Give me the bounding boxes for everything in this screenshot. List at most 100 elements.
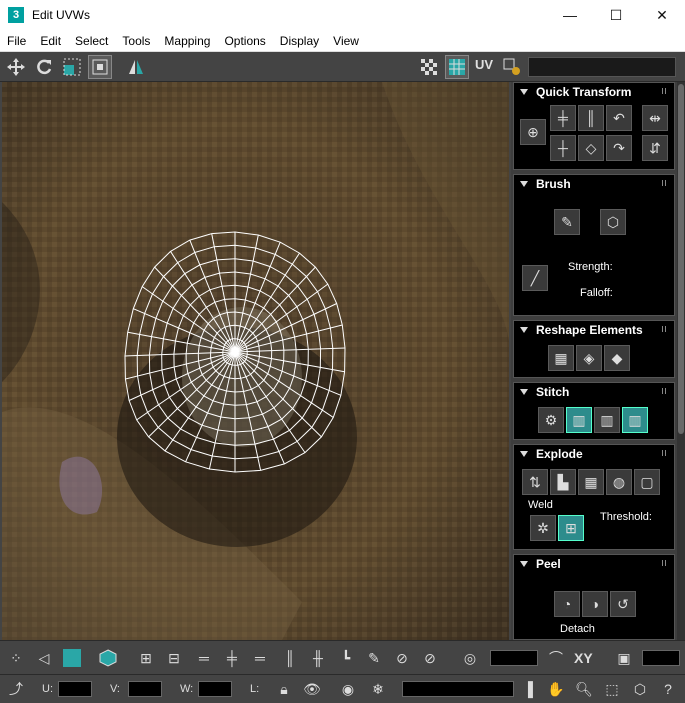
grip-icon[interactable]: [662, 326, 668, 332]
unhide-icon[interactable]: ◉: [336, 677, 360, 701]
menu-mapping[interactable]: Mapping: [157, 34, 217, 48]
stitch-custom-icon[interactable]: ⚙: [538, 407, 564, 433]
pan-icon[interactable]: ✋: [544, 677, 568, 701]
peel-reset-icon[interactable]: ↺: [610, 591, 636, 617]
rollout-header[interactable]: Explode: [514, 445, 674, 463]
stitch-average-icon[interactable]: ▥: [594, 407, 620, 433]
limit-icon[interactable]: ▣: [612, 646, 636, 670]
limit-value[interactable]: [642, 650, 680, 666]
lock-icon[interactable]: 🔒︎: [272, 677, 296, 701]
shrink-selection-icon[interactable]: ⊟: [162, 646, 186, 670]
space-horizontal-icon[interactable]: ⇹: [642, 105, 668, 131]
w-field[interactable]: [198, 681, 232, 697]
align-center-icon[interactable]: ┼: [550, 135, 576, 161]
ring-shrink-icon[interactable]: ╫: [306, 646, 330, 670]
peel-quick-icon[interactable]: ◔: [554, 591, 580, 617]
transform-pivot-icon[interactable]: ⊕: [520, 119, 546, 145]
explode-hard-edges-icon[interactable]: ▙: [550, 469, 576, 495]
vertex-select-icon[interactable]: ⁘: [4, 646, 28, 670]
rotate-ccw-icon[interactable]: ↶: [606, 105, 632, 131]
space-vertical-icon[interactable]: ⇵: [642, 135, 668, 161]
grip-icon[interactable]: [662, 560, 668, 566]
explode-flatten-icon[interactable]: ⇅: [522, 469, 548, 495]
menu-edit[interactable]: Edit: [33, 34, 68, 48]
rotate-cw-icon[interactable]: ↷: [606, 135, 632, 161]
grip-icon[interactable]: [662, 88, 668, 94]
panel-scrollbar[interactable]: [677, 82, 685, 640]
rollout-header[interactable]: Quick Transform: [514, 83, 674, 101]
menu-options[interactable]: Options: [217, 34, 272, 48]
zoom-extents-icon[interactable]: ⬡: [628, 677, 652, 701]
maximize-button[interactable]: ☐: [593, 0, 639, 30]
menu-view[interactable]: View: [326, 34, 366, 48]
face-select-icon[interactable]: [60, 646, 84, 670]
rollout-header[interactable]: Peel: [514, 555, 674, 573]
close-button[interactable]: ✕: [639, 0, 685, 30]
explode-grid-icon[interactable]: ▦: [578, 469, 604, 495]
move-icon[interactable]: [4, 55, 28, 79]
loop-grow-icon[interactable]: ╪: [220, 646, 244, 670]
menu-display[interactable]: Display: [273, 34, 326, 48]
filter-field[interactable]: [402, 681, 514, 697]
weld-target-icon[interactable]: ⊞: [558, 515, 584, 541]
soft-select-icon[interactable]: ◎: [458, 646, 482, 670]
cube-unfold-icon[interactable]: ◆: [604, 345, 630, 371]
menu-file[interactable]: File: [0, 34, 33, 48]
unwrap-icon[interactable]: ⤴: [4, 677, 28, 701]
ring-select-icon[interactable]: ═: [248, 646, 272, 670]
peel-lscm-icon[interactable]: ◑: [582, 591, 608, 617]
soft-select-value[interactable]: [490, 650, 538, 666]
grip-icon[interactable]: [662, 388, 668, 394]
rotate-icon[interactable]: [32, 55, 56, 79]
hide-icon[interactable]: 👁︎: [300, 677, 324, 701]
paint-select-icon[interactable]: ┗: [334, 646, 358, 670]
align-diamond-icon[interactable]: ◇: [578, 135, 604, 161]
relax-icon[interactable]: ◈: [576, 345, 602, 371]
uv-viewport[interactable]: [2, 82, 509, 640]
edge-select-icon[interactable]: ◁: [32, 646, 56, 670]
ring-grow-icon[interactable]: ║: [278, 646, 302, 670]
u-field[interactable]: [58, 681, 92, 697]
filter-dropdown-icon[interactable]: ▐: [516, 677, 540, 701]
stitch-target-icon[interactable]: ▥: [622, 407, 648, 433]
align-horizontal-icon[interactable]: ╪: [550, 105, 576, 131]
xy-toggle[interactable]: XY: [574, 650, 593, 666]
loop-select-icon[interactable]: ═: [192, 646, 216, 670]
menu-select[interactable]: Select: [68, 34, 115, 48]
stitch-source-icon[interactable]: ▥: [566, 407, 592, 433]
freeform-icon[interactable]: [88, 55, 112, 79]
straighten-icon[interactable]: ▦: [548, 345, 574, 371]
element-select-icon[interactable]: [96, 646, 120, 670]
rollout-header[interactable]: Brush: [514, 175, 674, 193]
minimize-button[interactable]: —: [547, 0, 593, 30]
falloff-curve-icon[interactable]: ⌒: [544, 646, 568, 670]
paint-size-down-icon[interactable]: ⊘: [418, 646, 442, 670]
zoom-region-icon[interactable]: ⬚: [600, 677, 624, 701]
explode-box-icon[interactable]: ▢: [634, 469, 660, 495]
freeze-icon[interactable]: ❄: [366, 677, 390, 701]
checker-icon[interactable]: [417, 55, 441, 79]
texture-map-dropdown[interactable]: [528, 57, 676, 77]
menu-tools[interactable]: Tools: [115, 34, 157, 48]
uv-toggle[interactable]: UV: [475, 57, 493, 72]
brush-paint-icon[interactable]: ✎: [554, 209, 580, 235]
grow-selection-icon[interactable]: ⊞: [134, 646, 158, 670]
mirror-icon[interactable]: [124, 55, 148, 79]
paint-size-icon[interactable]: ⊘: [390, 646, 414, 670]
v-field[interactable]: [128, 681, 162, 697]
brush-falloff-icon[interactable]: ╱: [522, 265, 548, 291]
explode-sphere-icon[interactable]: ◍: [606, 469, 632, 495]
brush-select-icon[interactable]: ✎: [362, 646, 386, 670]
zoom-icon[interactable]: 🔍︎: [572, 677, 596, 701]
rollout-header[interactable]: Reshape Elements: [514, 321, 674, 339]
panel-scroll-thumb[interactable]: [678, 84, 684, 434]
settings-icon[interactable]: [500, 55, 524, 79]
help-icon[interactable]: ?: [656, 677, 680, 701]
align-vertical-icon[interactable]: ║: [578, 105, 604, 131]
weld-selected-icon[interactable]: ✲: [530, 515, 556, 541]
grip-icon[interactable]: [662, 180, 668, 186]
rollout-header[interactable]: Stitch: [514, 383, 674, 401]
brush-relax-icon[interactable]: ⬡: [600, 209, 626, 235]
scale-icon[interactable]: [60, 55, 84, 79]
grip-icon[interactable]: [662, 450, 668, 456]
